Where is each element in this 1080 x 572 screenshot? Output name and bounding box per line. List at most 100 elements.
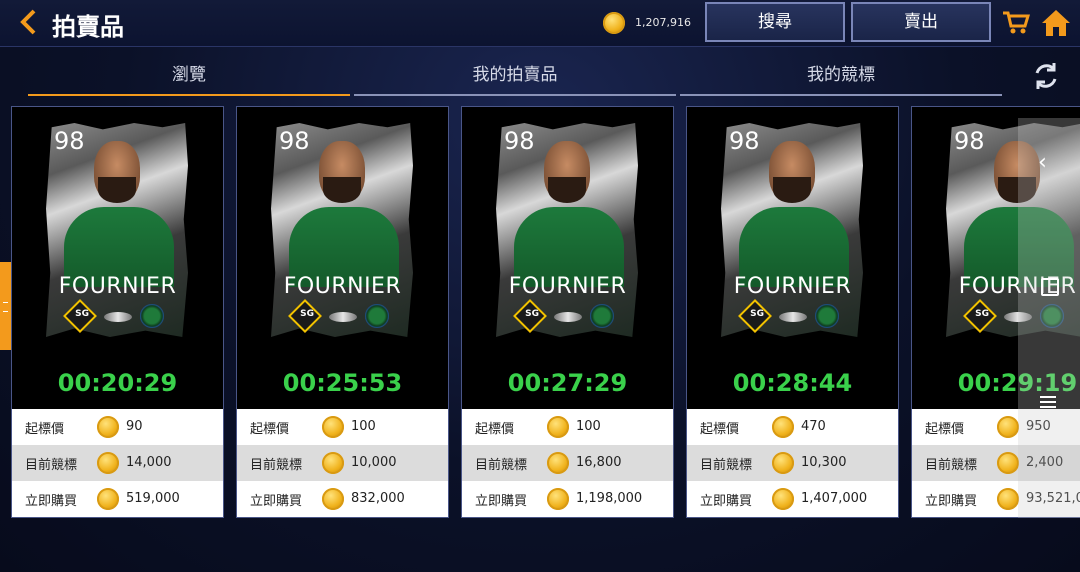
- player-rating: 98: [729, 127, 760, 155]
- coin-icon: [603, 12, 625, 34]
- current-bid-row: 目前競標 14,000: [12, 445, 223, 481]
- start-price-row: 起標價 470: [687, 409, 898, 445]
- current-bid: 10,300: [801, 455, 847, 470]
- row-label: 目前競標: [700, 458, 753, 473]
- buy-now-price: 519,000: [126, 491, 180, 506]
- player-card-art: 98 FOURNIER SG 00:25:53: [237, 107, 448, 409]
- row-label: 目前競標: [475, 458, 528, 473]
- coin-icon: [547, 488, 569, 510]
- current-bid: 14,000: [126, 455, 172, 470]
- position-badge: SG: [63, 299, 97, 333]
- nav-back-icon[interactable]: ‹: [1038, 150, 1047, 175]
- auction-card[interactable]: 98 FOURNIER SG 00:25:53 起標價 100 目前競標 10,…: [236, 106, 449, 518]
- player-badges: SG: [288, 299, 399, 333]
- coin-icon: [97, 488, 119, 510]
- player-badges: SG: [63, 299, 174, 333]
- row-label: 立即購買: [250, 494, 303, 509]
- row-label: 起標價: [700, 422, 740, 437]
- position-badge: SG: [288, 299, 322, 333]
- coin-icon: [547, 416, 569, 438]
- row-label: 目前競標: [250, 458, 303, 473]
- start-price: 100: [351, 419, 376, 434]
- tab-underline: [354, 94, 676, 96]
- tab-label: 瀏覽: [172, 65, 206, 85]
- auction-card[interactable]: 98 FOURNIER SG 00:20:29 起標價 90 目前競標 14,0…: [11, 106, 224, 518]
- wing-badge-icon: [329, 312, 357, 322]
- position-badge: SG: [738, 299, 772, 333]
- coin-icon: [322, 416, 344, 438]
- home-icon[interactable]: [1040, 8, 1072, 38]
- start-price-row: 起標價 100: [462, 409, 673, 445]
- top-bar: 拍賣品 1,207,916 搜尋 賣出: [0, 0, 1080, 47]
- tab-my-auctions[interactable]: 我的拍賣品: [354, 56, 676, 96]
- current-bid-row: 目前競標 16,800: [462, 445, 673, 481]
- page-title: 拍賣品: [52, 13, 124, 41]
- coin-icon: [997, 488, 1019, 510]
- current-bid-row: 目前競標 10,000: [237, 445, 448, 481]
- coin-icon: [97, 452, 119, 474]
- auction-timer: 00:28:44: [732, 369, 853, 397]
- player-name: FOURNIER: [283, 274, 402, 299]
- team-logo-icon: [815, 304, 839, 328]
- nav-menu-icon[interactable]: [1040, 396, 1056, 408]
- current-bid: 16,800: [576, 455, 622, 470]
- player-card-art: 98 FOURNIER SG 00:28:44: [687, 107, 898, 409]
- team-logo-icon: [140, 304, 164, 328]
- buy-now-row: 立即購買 519,000: [12, 481, 223, 517]
- auction-timer: 00:25:53: [282, 369, 403, 397]
- player-badges: SG: [513, 299, 624, 333]
- row-label: 目前競標: [925, 458, 978, 473]
- tab-underline: [28, 94, 350, 96]
- nav-recents-icon[interactable]: [1041, 278, 1059, 296]
- buy-now-price: 1,198,000: [576, 491, 643, 506]
- start-price: 470: [801, 419, 826, 434]
- row-label: 立即購買: [700, 494, 753, 509]
- wing-badge-icon: [779, 312, 807, 322]
- auction-card[interactable]: 98 FOURNIER SG 00:27:29 起標價 100 目前競標 16,…: [461, 106, 674, 518]
- side-drawer-handle[interactable]: [0, 262, 11, 350]
- row-label: 起標價: [925, 422, 965, 437]
- auction-card[interactable]: 98 FOURNIER SG 00:28:44 起標價 470 目前競標 10,…: [686, 106, 899, 518]
- tab-browse[interactable]: 瀏覽: [28, 56, 350, 96]
- player-card-art: 98 FOURNIER SG 00:20:29: [12, 107, 223, 409]
- player-rating: 98: [279, 127, 310, 155]
- row-label: 立即購買: [925, 494, 978, 509]
- tab-label: 我的拍賣品: [472, 65, 558, 85]
- start-price-row: 起標價 100: [237, 409, 448, 445]
- coin-icon: [997, 416, 1019, 438]
- coin-icon: [322, 488, 344, 510]
- row-label: 起標價: [475, 422, 515, 437]
- sell-button[interactable]: 賣出: [851, 2, 991, 42]
- chevron-left-icon: [20, 9, 36, 35]
- team-logo-icon: [590, 304, 614, 328]
- back-button[interactable]: [18, 8, 44, 36]
- refresh-icon[interactable]: [1030, 60, 1062, 92]
- position-badge: SG: [963, 299, 997, 333]
- player-name: FOURNIER: [733, 274, 852, 299]
- row-label: 立即購買: [475, 494, 528, 509]
- tab-bar: 瀏覽 我的拍賣品 我的競標: [0, 56, 1080, 98]
- coin-icon: [322, 452, 344, 474]
- tab-underline: [680, 94, 1002, 96]
- coin-icon: [772, 416, 794, 438]
- start-price-row: 起標價 90: [12, 409, 223, 445]
- coin-icon: [547, 452, 569, 474]
- cart-icon[interactable]: [1002, 10, 1030, 36]
- start-price: 90: [126, 419, 143, 434]
- auction-timer: 00:27:29: [507, 369, 628, 397]
- player-rating: 98: [54, 127, 85, 155]
- buy-now-price: 832,000: [351, 491, 405, 506]
- tab-label: 我的競標: [807, 65, 875, 85]
- coin-icon: [97, 416, 119, 438]
- current-bid: 10,000: [351, 455, 397, 470]
- wing-badge-icon: [554, 312, 582, 322]
- player-rating: 98: [504, 127, 535, 155]
- buy-now-row: 立即購買 1,407,000: [687, 481, 898, 517]
- search-button[interactable]: 搜尋: [705, 2, 845, 42]
- player-name: FOURNIER: [58, 274, 177, 299]
- row-label: 立即購買: [25, 494, 78, 509]
- tab-my-bids[interactable]: 我的競標: [680, 56, 1002, 96]
- buy-now-price: 1,407,000: [801, 491, 868, 506]
- player-card-art: 98 FOURNIER SG 00:27:29: [462, 107, 673, 409]
- system-nav-overlay: [1018, 118, 1080, 518]
